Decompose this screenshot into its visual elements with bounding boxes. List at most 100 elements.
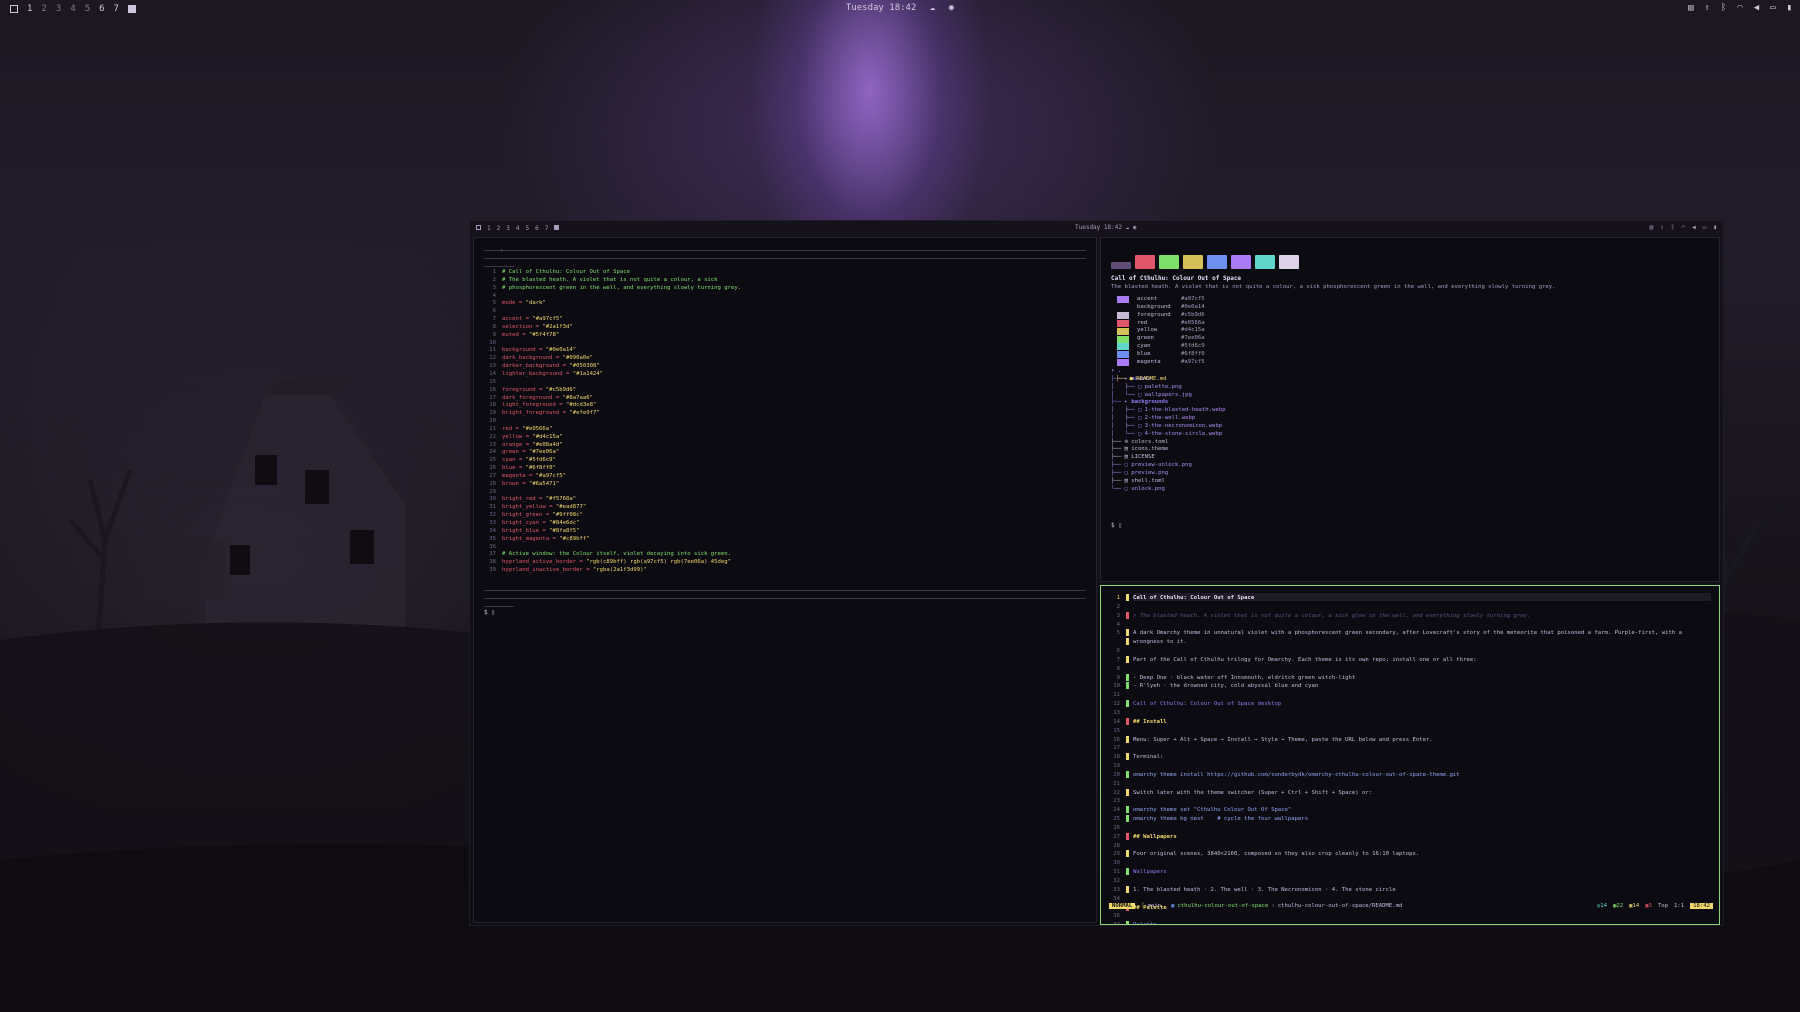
change-gutter xyxy=(1126,753,1129,761)
code-text: green = "#7ee06a" xyxy=(502,449,560,456)
editor-line: 3 > The blasted heath. A violet that is n… xyxy=(1106,611,1682,621)
inner-clock[interactable]: Tuesday 18:42 ☁ ◉ xyxy=(1075,224,1136,231)
tree-item[interactable]: ├── ▢ preview.png xyxy=(1111,470,1226,478)
palette-hex: #0e0a14 xyxy=(1181,303,1205,310)
tree-item[interactable]: │ ├── ▢ 2-the-well.webp xyxy=(1111,415,1226,423)
monitor-icon[interactable]: ▭ xyxy=(1770,3,1775,13)
inner-upload-icon[interactable]: ⇪ xyxy=(1660,224,1664,231)
bluetooth-icon[interactable]: ᛒ xyxy=(1721,3,1726,13)
change-gutter xyxy=(1126,655,1129,663)
inner-workspace-1[interactable]: 1 xyxy=(487,225,491,232)
line-number: 2 xyxy=(492,276,496,283)
left-terminal-pane[interactable]: ↑ 1 # Call of Cthulhu: Colour Out of Spac… xyxy=(473,237,1097,923)
line-number: 20 xyxy=(1113,771,1120,778)
inner-launcher-icon[interactable] xyxy=(476,225,481,230)
change-gutter xyxy=(1126,744,1129,751)
inner-workspace-7[interactable]: 7 xyxy=(545,225,549,232)
editor-line: 17 xyxy=(1106,744,1682,753)
line-number: 29 xyxy=(1113,851,1120,858)
clock[interactable]: Tuesday 18:42 ☁ ◉ xyxy=(0,3,1800,13)
code-text: bright_magenta = "#c89bff" xyxy=(502,535,590,542)
editor-line: 37 Palette xyxy=(1106,921,1682,924)
code-line: 12 dark_background = "#090a0e" xyxy=(482,355,741,363)
status-diag-1: ◎14 xyxy=(1596,903,1607,909)
inner-wifi-icon[interactable]: ◠ xyxy=(1682,224,1686,231)
change-gutter xyxy=(1126,885,1129,893)
change-gutter xyxy=(1126,850,1129,858)
inner-cloud-icon[interactable]: ☁ ◉ xyxy=(1126,224,1137,231)
divider xyxy=(484,266,514,267)
code-line: 8 selection = "#2a1f3d" xyxy=(482,324,741,332)
system-tray: ▤ ⇪ ᛒ ◠ ◀ ▭ ▮ xyxy=(1688,3,1792,13)
inner-workspace-2[interactable]: 2 xyxy=(497,225,501,232)
inner-workspace-4[interactable]: 4 xyxy=(516,225,520,232)
code-text: bright_green = "#9ff08c" xyxy=(502,512,583,519)
line-number: 35 xyxy=(489,535,496,542)
line-number: 32 xyxy=(489,512,496,519)
code-text: lighter_background = "#1a1424" xyxy=(502,370,604,377)
line-text: - R'lyeh · the drowned city, cold abyssa… xyxy=(1133,683,1319,690)
shell-prompt[interactable]: $ ▯ xyxy=(1111,522,1122,529)
scroll-marker: ↑ xyxy=(500,248,504,254)
line-number: 21 xyxy=(1113,780,1120,787)
color-swatch xyxy=(1135,255,1155,269)
theme-title: Call of Cthulhu: Colour Out of Space xyxy=(1111,275,1242,282)
battery-icon[interactable]: ▮ xyxy=(1787,3,1792,13)
editor-line: 13 xyxy=(1106,709,1682,718)
line-number: 23 xyxy=(1113,798,1120,805)
top-right-terminal-pane[interactable]: Call of Cthulhu: Colour Out of Space The… xyxy=(1100,237,1720,582)
change-gutter xyxy=(1126,665,1129,672)
inner-workspaces: 1 2 3 4 5 6 7 xyxy=(476,225,560,232)
editor-line: wrongness to it. xyxy=(1106,638,1682,647)
code-line: 9 muted = "#5f4f78" xyxy=(482,332,741,340)
line-number: 32 xyxy=(1113,878,1120,884)
palette-swatch xyxy=(1117,351,1129,359)
inner-workspace-6[interactable]: 6 xyxy=(535,225,539,232)
volume-icon[interactable]: ◀ xyxy=(1754,3,1759,13)
change-gutter xyxy=(1126,868,1129,876)
editor-line: 9 - Deep One · black water off Innsmouth,… xyxy=(1106,673,1682,683)
tree-item[interactable]: ├── ● README.md xyxy=(1116,376,1167,384)
inner-workspace-5[interactable]: 5 xyxy=(526,225,530,232)
tree-item[interactable]: ├── ▢ preview-unlock.png xyxy=(1111,462,1226,470)
code-line: 3 # phosphorescent green in the well, and… xyxy=(482,285,741,293)
tree-item[interactable]: ▾ . xyxy=(1111,368,1226,376)
clipboard-icon[interactable]: ▤ xyxy=(1688,3,1693,13)
tree-item[interactable]: │ ├── ▢ 3-the-necronomicon.webp xyxy=(1111,423,1226,431)
editor-pane[interactable]: 1 Call of Cthulhu: Colour Out of Space 2 3 >… xyxy=(1100,585,1720,925)
line-number: 16 xyxy=(1113,736,1120,743)
readme-content[interactable]: 1 Call of Cthulhu: Colour Out of Space 2 3 >… xyxy=(1106,594,1682,924)
palette-swatch xyxy=(1117,343,1129,351)
inner-battery-icon[interactable]: ▮ xyxy=(1713,224,1717,231)
upload-icon[interactable]: ⇪ xyxy=(1704,3,1709,13)
inner-volume-icon[interactable]: ◀ xyxy=(1692,224,1696,231)
code-line: 28 brown = "#6a5471" xyxy=(482,481,741,489)
inner-clipboard-icon[interactable]: ▤ xyxy=(1650,224,1654,231)
line-text: Terminal: xyxy=(1133,754,1164,761)
editor-line: 8 xyxy=(1106,665,1682,674)
colors-toml-content[interactable]: 1 # Call of Cthulhu: Colour Out of Space 2… xyxy=(482,269,741,575)
tree-item[interactable]: ├── ▤ LICENSE xyxy=(1111,454,1226,462)
inner-monitor-icon[interactable]: ▭ xyxy=(1703,224,1707,231)
palette-name: green xyxy=(1137,335,1154,342)
line-number: 2 xyxy=(1116,603,1120,610)
code-line: 6 xyxy=(482,308,741,316)
inner-bluetooth-icon[interactable]: ᛒ xyxy=(1671,224,1675,231)
record-icon[interactable]: ◉ xyxy=(949,3,954,13)
inner-active-workspace-icon[interactable] xyxy=(554,225,560,230)
tree-item[interactable]: │ └── ▢ 4-the-stone-circle.webp xyxy=(1111,431,1226,439)
line-text: Menu: Super + Alt + Space → Install → St… xyxy=(1133,736,1433,743)
inner-workspace-3[interactable]: 3 xyxy=(506,225,510,232)
tree-item[interactable]: │ ├── ▢ 1-the-blasted-heath.webp xyxy=(1111,407,1226,415)
line-number: 37 xyxy=(1106,922,1120,924)
editor-line: 6 xyxy=(1106,647,1682,656)
tree-item[interactable]: └── ▢ unlock.png xyxy=(1111,486,1226,494)
tree-item[interactable]: ├── ▤ shell.toml xyxy=(1111,478,1226,486)
cloud-icon[interactable]: ☁ xyxy=(930,3,935,13)
tree-item[interactable]: │ ├── ▢ palette.png xyxy=(1111,384,1226,392)
shell-prompt[interactable]: $ ▯ xyxy=(484,609,495,616)
line-number: 30 xyxy=(489,496,496,503)
line-number: 34 xyxy=(489,527,496,534)
wifi-icon[interactable]: ◠ xyxy=(1737,3,1742,13)
line-number: 19 xyxy=(489,410,496,417)
